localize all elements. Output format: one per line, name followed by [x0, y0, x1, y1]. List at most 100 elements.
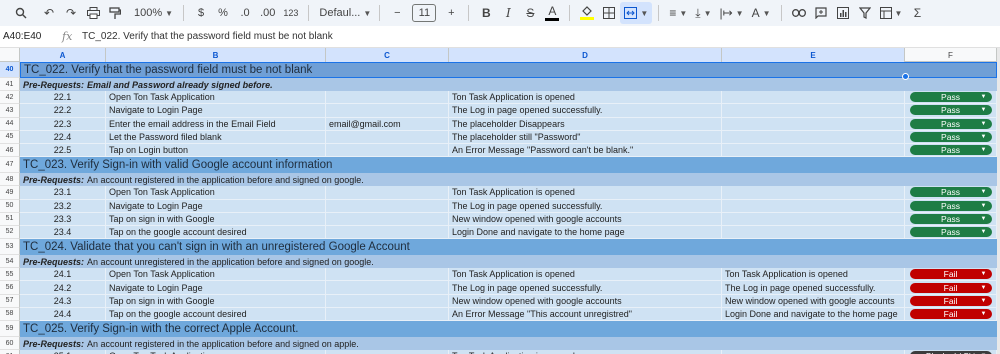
status-chip[interactable]: Pass ▼ — [909, 213, 992, 224]
step-action-cell[interactable]: Open Ton Task Application — [106, 268, 326, 282]
step-action-cell[interactable]: Tap on the google account desired — [106, 307, 326, 321]
test-data-cell[interactable] — [326, 143, 449, 158]
insert-chart-icon[interactable] — [832, 2, 854, 24]
status-cell[interactable]: Pass ▼ — [905, 130, 997, 144]
column-header-f[interactable]: F — [905, 48, 997, 62]
status-chip[interactable]: Pass ▼ — [909, 118, 992, 129]
step-action-cell[interactable]: Tap on the google account desired — [106, 225, 326, 240]
expected-result-cell[interactable]: New window opened with google accounts — [449, 294, 722, 308]
expected-result-cell[interactable]: Ton Task Application is opened — [449, 350, 722, 354]
actual-result-cell[interactable]: Ton Task Application is opened — [722, 268, 905, 282]
status-chip[interactable]: Pass ▼ — [909, 145, 992, 156]
status-chip[interactable]: Fail ▼ — [909, 282, 992, 293]
test-data-cell[interactable] — [326, 104, 449, 118]
status-cell[interactable]: Pass ▼ — [905, 199, 997, 213]
redo-icon[interactable]: ↷ — [60, 2, 82, 24]
row-header[interactable]: 47 — [0, 157, 20, 174]
status-cell[interactable]: Fail ▼ — [905, 307, 997, 321]
currency-format-button[interactable]: $ — [190, 2, 212, 24]
text-color-button[interactable]: A — [541, 2, 563, 24]
step-id-cell[interactable]: 24.1 — [20, 268, 106, 282]
status-cell[interactable]: Fail ▼ — [905, 294, 997, 308]
test-data-cell[interactable] — [326, 91, 449, 105]
column-header-e[interactable]: E — [722, 48, 905, 62]
vertical-align-icon[interactable]: ⤓ ▼ — [691, 2, 715, 24]
bold-button[interactable]: B — [475, 2, 497, 24]
test-data-cell[interactable] — [326, 268, 449, 282]
expected-result-cell[interactable]: The placeholder still "Password" — [449, 130, 722, 144]
step-action-cell[interactable]: Enter the email address in the Email Fie… — [106, 117, 326, 131]
test-data-cell[interactable] — [326, 225, 449, 240]
prerequisite-cell[interactable]: Pre-Requests: An account registered in th… — [20, 337, 997, 350]
row-header[interactable]: 46 — [0, 143, 20, 158]
row-header[interactable]: 53 — [0, 239, 20, 256]
step-id-cell[interactable]: 24.4 — [20, 307, 106, 321]
row-header[interactable]: 49 — [0, 186, 20, 200]
row-header[interactable]: 58 — [0, 307, 20, 321]
test-case-title[interactable]: TC_022. Verify that the password field m… — [20, 62, 997, 78]
step-id-cell[interactable]: 22.4 — [20, 130, 106, 144]
row-header[interactable]: 59 — [0, 321, 20, 337]
step-id-cell[interactable]: 24.2 — [20, 281, 106, 295]
status-cell[interactable]: Pass ▼ — [905, 212, 997, 226]
status-chip[interactable]: Pass ▼ — [909, 200, 992, 211]
test-data-cell[interactable] — [326, 199, 449, 213]
functions-button[interactable]: Σ — [906, 2, 928, 24]
print-icon[interactable] — [82, 2, 104, 24]
test-data-cell[interactable] — [326, 307, 449, 321]
status-chip[interactable]: Pass ▼ — [909, 226, 992, 237]
percent-format-button[interactable]: % — [212, 2, 234, 24]
expected-result-cell[interactable]: New window opened with google accounts — [449, 212, 722, 226]
filter-views-icon[interactable]: ▼ — [876, 2, 907, 24]
row-header[interactable]: 55 — [0, 268, 20, 282]
fill-color-button[interactable] — [576, 2, 598, 24]
text-rotation-icon[interactable]: A ▼ — [748, 2, 775, 24]
expected-result-cell[interactable]: The placeholder Disappears — [449, 117, 722, 131]
step-id-cell[interactable]: 22.2 — [20, 104, 106, 118]
test-data-cell[interactable] — [326, 281, 449, 295]
font-size-increase-button[interactable]: + — [440, 2, 462, 24]
row-header[interactable]: 54 — [0, 255, 20, 269]
step-id-cell[interactable]: 22.1 — [20, 91, 106, 105]
test-data-cell[interactable]: email@gmail.com — [326, 117, 449, 131]
test-data-cell[interactable] — [326, 130, 449, 144]
expected-result-cell[interactable]: The Log in page opened successfully. — [449, 104, 722, 118]
row-header[interactable]: 45 — [0, 130, 20, 144]
test-case-title[interactable]: TC_025. Verify Sign-in with the correct … — [20, 321, 997, 337]
column-header-a[interactable]: A — [20, 48, 106, 62]
status-cell[interactable]: Pass ▼ — [905, 91, 997, 105]
expected-result-cell[interactable]: The Log in page opened successfully. — [449, 281, 722, 295]
test-case-title[interactable]: TC_023. Verify Sign-in with valid Google… — [20, 157, 997, 173]
actual-result-cell[interactable]: Login Done and navigate to the home page — [722, 307, 905, 321]
status-chip[interactable]: Fail ▼ — [909, 269, 992, 280]
strikethrough-button[interactable]: S — [519, 2, 541, 24]
prerequisite-cell[interactable]: Pre-Requests: An account registered in th… — [20, 173, 997, 186]
name-box[interactable]: A40:E40 — [0, 31, 62, 42]
insert-link-icon[interactable] — [788, 2, 810, 24]
test-data-cell[interactable] — [326, 212, 449, 226]
decrease-decimal-button[interactable]: .0 — [234, 2, 256, 24]
step-action-cell[interactable]: Tap on sign in with Google — [106, 212, 326, 226]
status-cell[interactable]: Pass ▼ — [905, 225, 997, 240]
status-chip[interactable]: Fail ▼ — [909, 308, 992, 319]
expected-result-cell[interactable]: Login Done and navigate to the home page — [449, 225, 722, 240]
row-header[interactable]: 48 — [0, 173, 20, 187]
row-header[interactable]: 52 — [0, 225, 20, 240]
filter-icon[interactable] — [854, 2, 876, 24]
status-cell[interactable]: Pass ▼ — [905, 104, 997, 118]
step-id-cell[interactable]: 23.2 — [20, 199, 106, 213]
step-id-cell[interactable]: 22.3 — [20, 117, 106, 131]
column-header-d[interactable]: D — [449, 48, 722, 62]
status-cell[interactable]: Pass ▼ — [905, 186, 997, 200]
zoom-select[interactable]: 100% ▼ — [130, 2, 177, 24]
row-header[interactable]: 44 — [0, 117, 20, 131]
step-id-cell[interactable]: 25.1 — [20, 350, 106, 354]
expected-result-cell[interactable]: Ton Task Application is opened — [449, 268, 722, 282]
row-header[interactable]: 56 — [0, 281, 20, 295]
actual-result-cell[interactable] — [722, 225, 905, 240]
step-id-cell[interactable]: 23.1 — [20, 186, 106, 200]
insert-comment-icon[interactable] — [810, 2, 832, 24]
test-data-cell[interactable] — [326, 294, 449, 308]
number-format-button[interactable]: 123 — [279, 2, 302, 24]
status-cell[interactable]: Blocked / Ski▼ — [905, 350, 997, 354]
